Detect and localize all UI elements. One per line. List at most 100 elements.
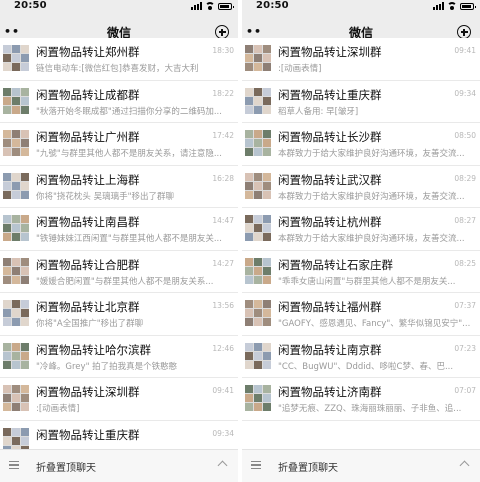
chat-row[interactable]: 闲置物品转让成都群 18:22 "秋落开始冬眠成都"通过扫描你分享的二维码加...	[0, 81, 238, 123]
group-avatar	[245, 342, 271, 369]
add-icon[interactable]	[457, 25, 471, 39]
chat-row[interactable]: 闲置物品转让福州群 07:37 "GAOFY、感恩遇见、Fancy"、繁华似锦见安宁…	[242, 293, 480, 336]
chat-preview: "铁锤妹妹江西闲置"与群里其他人都不是朋友关...	[36, 234, 222, 244]
chat-row[interactable]: 闲置物品转让哈尔滨群 12:46 "冷峰。Grey" 拍了拍我真是个铁憨憨	[0, 336, 238, 378]
group-avatar	[245, 87, 271, 114]
chat-time: 12:46	[212, 343, 234, 353]
group-avatar	[3, 45, 29, 71]
chat-name: 闲置物品转让重庆群	[278, 87, 382, 102]
list-icon	[9, 461, 19, 470]
chat-preview: :[动画表情]	[36, 404, 80, 414]
chat-row[interactable]: 闲置物品转让武汉群 08:29 本群致力于给大家维护良好沟通环境，友善交流...	[242, 166, 480, 208]
chat-row[interactable]: 闲置物品转让济南群 07:07 "追梦无痕、ZZQ、珠海丽珠丽丽、子非鱼、追...	[242, 378, 480, 421]
chat-row[interactable]: 闲置物品转让上海群 16:28 你将"挠花枕头 吴璃璃手"移出了群聊	[0, 166, 238, 208]
chat-row[interactable]: 闲置物品转让合肥群 14:27 "媛媛合肥闲置"与群里其他人都不是朋友关系...	[0, 251, 238, 293]
group-avatar	[3, 215, 29, 241]
status-bar: 20:50	[0, 0, 238, 14]
chat-name: 闲置物品转让成都群	[36, 87, 140, 102]
chat-row[interactable]: 闲置物品转让深圳群 09:41:[动画表情]	[242, 38, 480, 81]
chat-time: 07:23	[454, 343, 476, 353]
chat-row[interactable]: 闲置物品转让重庆群 09:34 稻草人备用: 早[皱牙]	[242, 81, 480, 123]
group-avatar	[3, 130, 29, 156]
group-avatar	[245, 385, 271, 411]
signal-icon	[433, 2, 444, 10]
battery-icon	[218, 2, 234, 10]
chat-time: 18:22	[212, 88, 234, 98]
chat-row[interactable]: 闲置物品转让北京群 13:56 你将"A全国推广"移出了群聊	[0, 293, 238, 336]
chat-time: 14:47	[212, 216, 234, 225]
chat-preview: "媛媛合肥闲置"与群里其他人都不是朋友关系...	[36, 276, 214, 287]
signal-icon	[191, 2, 202, 10]
chat-row[interactable]: 闲置物品转让杭州群 08:27 本群致力于给大家维护良好沟通环境，友善交流...	[242, 208, 480, 251]
chat-preview: "CC、BugWU"、Dddid、哆啦C梦、春、巴...	[278, 361, 454, 372]
chat-preview: "GAOFY、感恩遇见、Fancy"、繁华似锦见安宁"...	[278, 319, 471, 329]
chat-time: 09:34	[212, 428, 234, 438]
chat-preview: 本群致力于给大家维护良好沟通环境，友善交流...	[278, 234, 465, 244]
add-icon[interactable]	[215, 25, 229, 39]
chat-preview: "追梦无痕、ZZQ、珠海丽珠丽丽、子非鱼、追...	[278, 404, 462, 414]
group-avatar	[245, 45, 271, 71]
chat-row[interactable]: 闲置物品转让深圳群 09:41 :[动画表情]	[0, 378, 238, 421]
group-avatar	[3, 385, 29, 411]
group-avatar	[245, 257, 271, 284]
chat-name: 闲置物品转让深圳群	[36, 385, 140, 399]
chat-row[interactable]: 闲置物品转让长沙群 08:50 本群致力于给大家维护良好沟通环境，友善交流...	[242, 123, 480, 166]
chat-time: 08:50	[454, 131, 476, 140]
chat-name: 闲置物品转让广州群	[36, 130, 140, 144]
chat-time: 18:30	[212, 46, 234, 55]
chat-list: 闲置物品转让郑州群 18:30 链信电动车:[微信红包]恭喜发财，大吉大利 闲置物品转…	[0, 38, 238, 450]
chat-list: 闲置物品转让深圳群 09:41:[动画表情] 闲置物品转让重庆群 09:34 稻草人备用…	[242, 38, 480, 450]
chat-time: 16:28	[212, 173, 234, 183]
chat-name: 闲置物品转让南京群	[278, 342, 382, 357]
chat-row[interactable]: 闲置物品转让重庆群 09:34	[0, 421, 238, 450]
chat-name: 闲置物品转让北京群	[36, 300, 140, 314]
chat-time: 13:56	[212, 301, 234, 310]
chat-name: 闲置物品转让武汉群	[278, 172, 382, 187]
chat-preview: "九號"与群里其他人都不是朋友关系，请注意隐...	[36, 149, 222, 159]
status-bar: 20:50	[242, 0, 480, 14]
group-avatar	[3, 427, 29, 450]
left-screen: 20:50 •• 微信 闲置物品转让郑州群 18:30 链信电动车:[微信红包]恭喜…	[0, 0, 238, 482]
group-avatar	[3, 172, 29, 199]
chat-time: 14:27	[212, 258, 234, 268]
status-icons	[433, 2, 476, 10]
fold-pinned-label: 折叠置顶聊天	[278, 463, 338, 474]
chat-time: 09:34	[454, 88, 476, 98]
status-time: 20:50	[256, 0, 289, 11]
chat-name: 闲置物品转让长沙群	[278, 130, 382, 144]
chat-name: 闲置物品转让石家庄群	[278, 257, 393, 272]
chat-time: 08:29	[454, 173, 476, 183]
group-avatar	[3, 342, 29, 369]
list-icon	[251, 461, 261, 470]
group-avatar	[245, 172, 271, 199]
group-avatar	[3, 300, 29, 326]
chat-preview: 本群致力于给大家维护良好沟通环境，友善交流...	[278, 149, 465, 159]
chat-name: 闲置物品转让重庆群	[36, 427, 140, 442]
chat-time: 09:41	[454, 46, 476, 55]
chat-name: 闲置物品转让南昌群	[36, 215, 140, 229]
chat-name: 闲置物品转让深圳群	[278, 45, 382, 59]
chat-row[interactable]: 闲置物品转让南京群 07:23 "CC、BugWU"、Dddid、哆啦C梦、春、巴.…	[242, 336, 480, 378]
chevron-up-icon[interactable]	[217, 460, 228, 471]
status-time: 20:50	[14, 0, 47, 11]
chat-row[interactable]: 闲置物品转让郑州群 18:30 链信电动车:[微信红包]恭喜发财，大吉大利	[0, 38, 238, 81]
chat-name: 闲置物品转让上海群	[36, 172, 140, 187]
fold-pinned-bar[interactable]: 折叠置顶聊天	[0, 449, 238, 482]
chat-row[interactable]: 闲置物品转让石家庄群 08:25 "乖乖女唐山闲置"与群里其他人都不是朋友关...	[242, 251, 480, 293]
group-avatar	[3, 87, 29, 114]
chat-row[interactable]: 闲置物品转让广州群 17:42 "九號"与群里其他人都不是朋友关系，请注意隐...	[0, 123, 238, 166]
chat-preview: 链信电动车:[微信红包]恭喜发财，大吉大利	[36, 64, 199, 74]
group-avatar	[245, 300, 271, 326]
chat-time: 08:25	[454, 258, 476, 268]
chevron-up-icon[interactable]	[459, 460, 470, 471]
chat-name: 闲置物品转让哈尔滨群	[36, 342, 151, 357]
status-icons	[191, 2, 234, 10]
group-avatar	[245, 130, 271, 156]
chat-name: 闲置物品转让杭州群	[278, 215, 382, 229]
chat-preview: 本群致力于给大家维护良好沟通环境，友善交流...	[278, 191, 465, 202]
fold-pinned-bar[interactable]: 折叠置顶聊天	[242, 449, 480, 482]
fold-pinned-label: 折叠置顶聊天	[36, 463, 96, 474]
chat-time: 09:41	[212, 386, 234, 395]
chat-time: 17:42	[212, 131, 234, 140]
chat-row[interactable]: 闲置物品转让南昌群 14:47 "铁锤妹妹江西闲置"与群里其他人都不是朋友关...	[0, 208, 238, 251]
